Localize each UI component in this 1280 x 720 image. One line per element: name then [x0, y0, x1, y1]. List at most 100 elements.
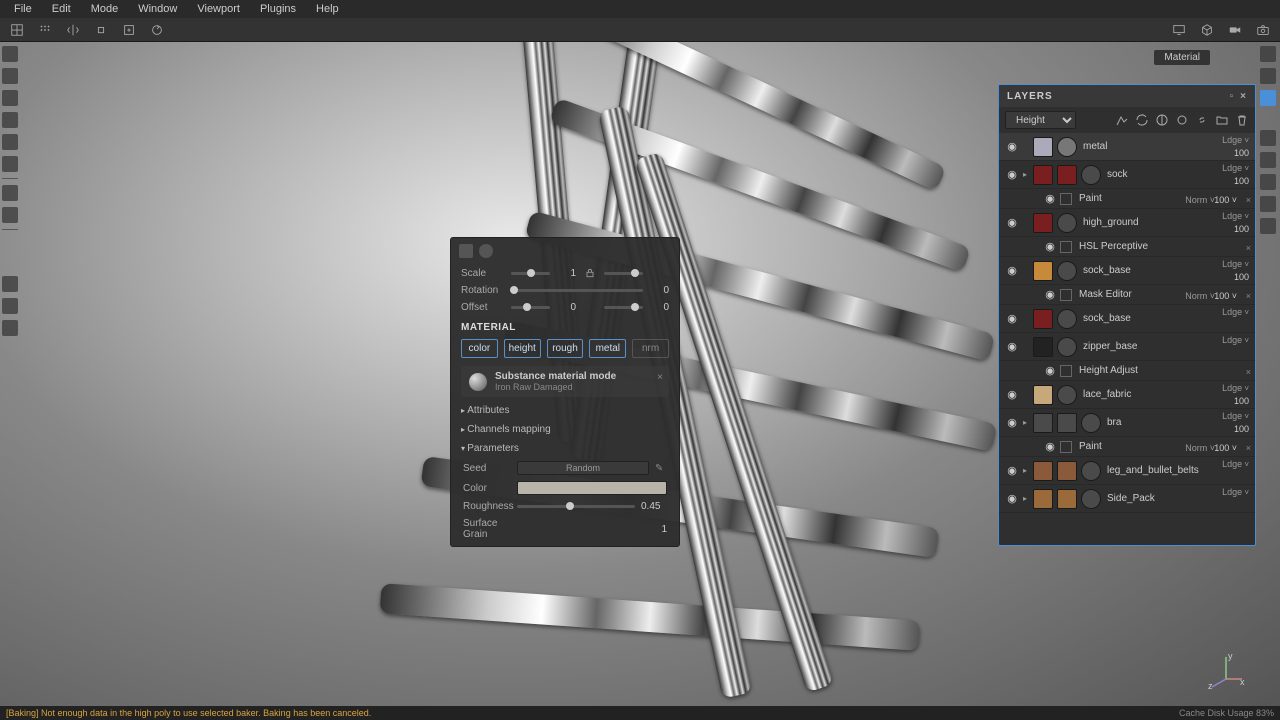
sublayer-row[interactable]: ◉PaintNorm100× — [999, 437, 1255, 457]
sub-close-icon[interactable]: × — [1246, 367, 1251, 377]
mask-tool-icon[interactable] — [2, 298, 18, 314]
sub-opacity[interactable]: 100 — [1214, 291, 1237, 301]
blend-mode[interactable]: Ldge — [1222, 307, 1249, 317]
seed-edit-icon[interactable]: ✎ — [655, 463, 667, 474]
offset-slider-x[interactable] — [511, 306, 550, 309]
sub-blend[interactable]: Norm — [1185, 291, 1215, 301]
sublayer-row[interactable]: ◉ Height Adjust× — [999, 361, 1255, 381]
adjust-icon[interactable] — [1175, 113, 1189, 127]
history-tab-icon[interactable] — [1260, 152, 1276, 168]
sublayer-name[interactable]: Height Adjust — [1075, 365, 1249, 376]
parameters-section[interactable]: Parameters — [451, 439, 679, 458]
visibility-icon[interactable]: ◉ — [1043, 440, 1057, 453]
grid-icon[interactable] — [8, 21, 26, 39]
cube-icon[interactable] — [1198, 21, 1216, 39]
layers-close-icon[interactable]: × — [1240, 91, 1247, 102]
textures-tab-icon[interactable] — [1260, 68, 1276, 84]
sub-opacity[interactable]: 100 — [1214, 443, 1237, 453]
shelf-tab-icon[interactable] — [1260, 218, 1276, 234]
sublayer-row[interactable]: ◉ HSL Perceptive× — [999, 237, 1255, 257]
visibility-icon[interactable]: ◉ — [1005, 416, 1019, 429]
blend-mode[interactable]: Ldge — [1222, 411, 1249, 421]
camera-icon[interactable] — [1254, 21, 1272, 39]
material-mode-box[interactable]: Substance material mode Iron Raw Damaged… — [461, 366, 669, 397]
blend-mode[interactable]: Ldge — [1222, 487, 1249, 497]
frame-icon[interactable] — [120, 21, 138, 39]
select-tool-icon[interactable] — [2, 276, 18, 292]
random-button[interactable]: Random — [517, 461, 649, 475]
visibility-icon[interactable]: ◉ — [1005, 264, 1019, 277]
layer-opacity[interactable]: 100 — [1234, 272, 1249, 282]
video-icon[interactable] — [1226, 21, 1244, 39]
menu-edit[interactable]: Edit — [44, 1, 79, 17]
channel-metal[interactable]: metal — [589, 339, 626, 358]
mask-icon[interactable] — [1155, 113, 1169, 127]
sub-close-icon[interactable]: × — [1246, 195, 1251, 205]
visibility-icon[interactable]: ◉ — [1005, 340, 1019, 353]
folder-chevron-icon[interactable]: ▸ — [1019, 170, 1031, 179]
color-swatch[interactable] — [517, 481, 667, 495]
folder-chevron-icon[interactable]: ▸ — [1019, 494, 1031, 503]
panel-mode-icon[interactable] — [459, 244, 473, 258]
gear-tool-icon[interactable] — [2, 207, 18, 223]
menu-file[interactable]: File — [6, 1, 40, 17]
rotation-slider[interactable] — [511, 289, 643, 292]
menu-viewport[interactable]: Viewport — [189, 1, 248, 17]
fx-icon[interactable] — [1115, 113, 1129, 127]
visibility-icon[interactable]: ◉ — [1043, 364, 1057, 377]
folder-chevron-icon[interactable]: ▸ — [1019, 418, 1031, 427]
blend-mode[interactable]: Ldge — [1222, 163, 1249, 173]
menu-plugins[interactable]: Plugins — [252, 1, 304, 17]
sub-close-icon[interactable]: × — [1246, 291, 1251, 301]
visibility-icon[interactable]: ◉ — [1043, 288, 1057, 301]
layer-row[interactable]: ◉▸leg_and_bullet_beltsLdge — [999, 457, 1255, 485]
blend-mode[interactable]: Ldge — [1222, 383, 1249, 393]
layer-opacity[interactable]: 100 — [1234, 224, 1249, 234]
blend-mode[interactable]: Ldge — [1222, 211, 1249, 221]
scale-slider[interactable] — [511, 272, 550, 275]
sub-opacity[interactable]: 100 — [1214, 195, 1237, 205]
symmetry-icon[interactable] — [64, 21, 82, 39]
log-tab-icon[interactable] — [1260, 196, 1276, 212]
blend-mode[interactable]: Ldge — [1222, 259, 1249, 269]
panel-view-icon[interactable] — [479, 244, 493, 258]
lock-icon[interactable] — [584, 267, 596, 279]
refresh-layer-icon[interactable] — [1135, 113, 1149, 127]
visibility-icon[interactable]: ◉ — [1005, 140, 1019, 153]
eraser-tool-icon[interactable] — [2, 68, 18, 84]
folder-icon[interactable] — [1215, 113, 1229, 127]
misc-tool-icon[interactable] — [2, 320, 18, 336]
sublayer-name[interactable]: HSL Perceptive — [1075, 241, 1249, 252]
visibility-icon[interactable]: ◉ — [1005, 312, 1019, 325]
channels-mapping-section[interactable]: Channels mapping — [451, 420, 679, 439]
layer-row[interactable]: ◉high_groundLdge100 — [999, 209, 1255, 237]
grid-menu-icon[interactable] — [36, 21, 54, 39]
channel-rough[interactable]: rough — [547, 339, 584, 358]
attributes-section[interactable]: Attributes — [451, 401, 679, 420]
properties-tab-icon[interactable] — [1260, 46, 1276, 62]
channel-height[interactable]: height — [504, 339, 541, 358]
link-layer-icon[interactable] — [1195, 113, 1209, 127]
brush-tool-icon[interactable] — [2, 46, 18, 62]
blend-mode[interactable]: Ldge — [1222, 459, 1249, 469]
layer-row[interactable]: ◉▸Side_PackLdge — [999, 485, 1255, 513]
layer-opacity[interactable]: 100 — [1234, 396, 1249, 406]
monitor-icon[interactable] — [1170, 21, 1188, 39]
layer-row[interactable]: ◉zipper_baseLdge — [999, 333, 1255, 361]
projection-tool-icon[interactable] — [2, 90, 18, 106]
layer-row[interactable]: ◉metalLdge100 — [999, 133, 1255, 161]
menu-help[interactable]: Help — [308, 1, 347, 17]
smudge-tool-icon[interactable] — [2, 134, 18, 150]
layer-row[interactable]: ◉sock_baseLdge100 — [999, 257, 1255, 285]
refresh-icon[interactable] — [148, 21, 166, 39]
sub-blend[interactable]: Norm — [1185, 195, 1215, 205]
visibility-icon[interactable]: ◉ — [1043, 240, 1057, 253]
layer-opacity[interactable]: 100 — [1234, 176, 1249, 186]
layer-row[interactable]: ◉▸braLdge100 — [999, 409, 1255, 437]
folder-chevron-icon[interactable]: ▸ — [1019, 466, 1031, 475]
layer-opacity[interactable]: 100 — [1234, 424, 1249, 434]
sub-close-icon[interactable]: × — [1246, 243, 1251, 253]
roughness-slider[interactable] — [517, 505, 635, 508]
sub-blend[interactable]: Norm — [1185, 443, 1215, 453]
channel-color[interactable]: color — [461, 339, 498, 358]
